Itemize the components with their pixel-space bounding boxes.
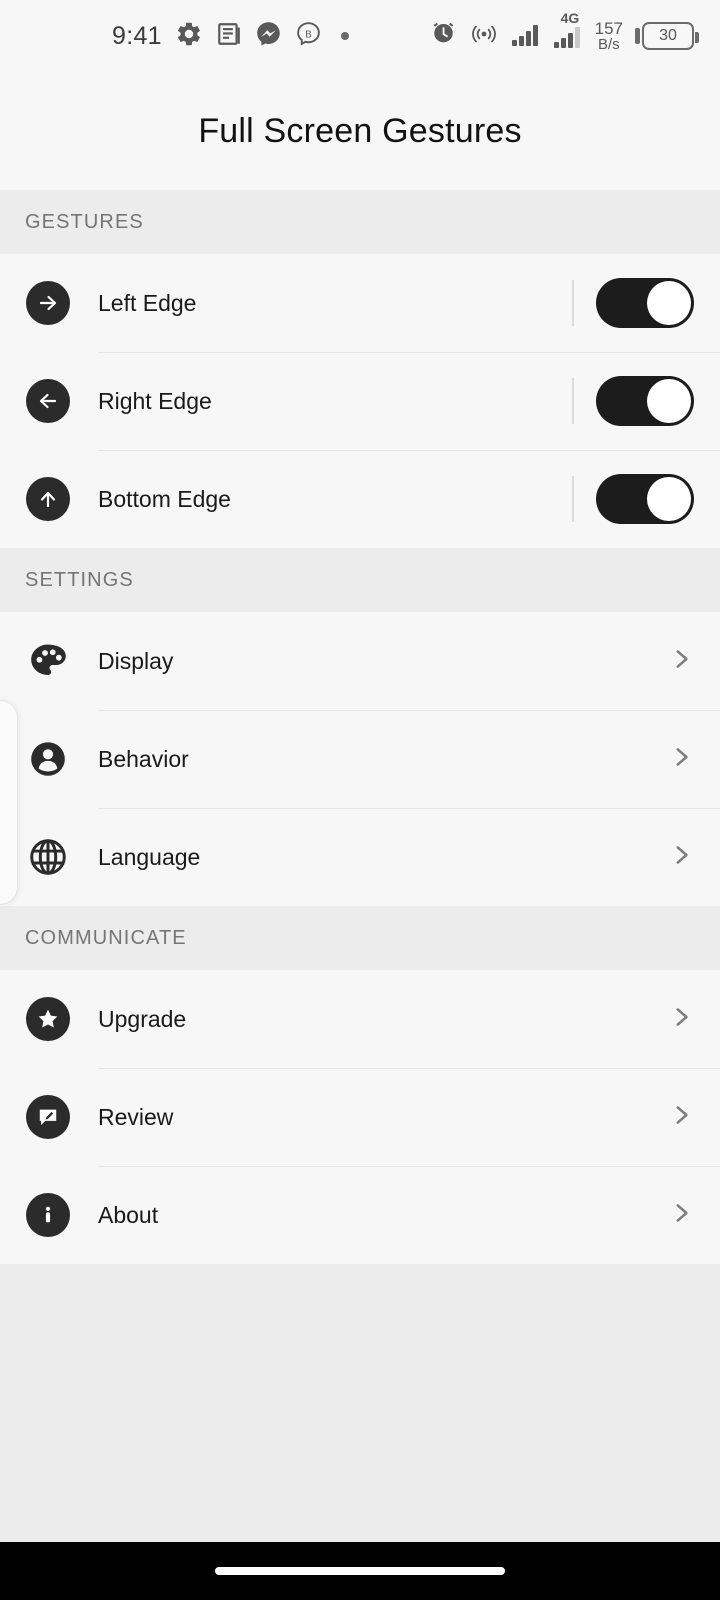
- chevron-right-icon: [668, 1102, 694, 1133]
- review-icon: [26, 1095, 70, 1139]
- network-speed-unit: B/s: [597, 36, 620, 53]
- network-speed-value: 157: [594, 19, 623, 38]
- row-label: Bottom Edge: [98, 485, 231, 512]
- status-bar-clock: 9:41: [112, 21, 162, 50]
- settings-scroll-area[interactable]: GESTURES Left Edge Right Edge Bottom Edg…: [0, 190, 720, 1542]
- page-title: Full Screen Gestures: [198, 111, 522, 150]
- vertical-divider: [572, 476, 574, 522]
- battery-percent-label: 30: [659, 27, 677, 44]
- empty-area: [0, 1264, 720, 1542]
- row-label: Upgrade: [98, 1005, 187, 1032]
- gestures-list: Left Edge Right Edge Bottom Edge: [0, 254, 720, 548]
- row-label: Language: [98, 843, 201, 870]
- signal-bars-icon: [511, 21, 541, 52]
- gear-icon: [175, 20, 203, 53]
- network-type-label: 4G: [560, 10, 580, 26]
- row-upgrade[interactable]: Upgrade: [0, 970, 720, 1068]
- battery-tick: [635, 28, 640, 44]
- vertical-divider: [572, 378, 574, 424]
- row-review[interactable]: Review: [0, 1068, 720, 1166]
- section-header-settings: SETTINGS: [0, 548, 720, 612]
- toggle-right-edge[interactable]: [596, 376, 694, 426]
- toggle-group: [572, 474, 694, 524]
- chevron-right-icon: [668, 646, 694, 677]
- status-bar-left: 9:41 B: [0, 20, 349, 53]
- left-edge-gesture-handle[interactable]: [0, 700, 18, 905]
- row-label: Review: [98, 1103, 174, 1130]
- toggle-group: [572, 278, 694, 328]
- vertical-divider: [572, 280, 574, 326]
- toggle-bottom-edge[interactable]: [596, 474, 694, 524]
- battery-indicator: 30: [635, 22, 699, 50]
- row-label: Display: [98, 647, 174, 674]
- hotspot-icon: [469, 21, 499, 52]
- chevron-right-icon: [668, 744, 694, 775]
- messenger-icon: [255, 20, 282, 52]
- signal-4g-icon: 4G: [553, 10, 583, 49]
- b-badge-icon: B: [295, 20, 322, 52]
- communicate-list: Upgrade Review About: [0, 970, 720, 1264]
- row-bottom-edge[interactable]: Bottom Edge: [0, 450, 720, 548]
- row-about[interactable]: About: [0, 1166, 720, 1264]
- row-display[interactable]: Display: [0, 612, 720, 710]
- system-navigation-bar: [0, 1542, 720, 1600]
- news-feed-icon: [216, 21, 242, 52]
- status-bar: 9:41 B 4G 157 B/s 30: [0, 0, 720, 72]
- dot-icon: [340, 32, 349, 40]
- row-left-edge[interactable]: Left Edge: [0, 254, 720, 352]
- section-header-communicate: COMMUNICATE: [0, 906, 720, 970]
- section-header-gestures: GESTURES: [0, 190, 720, 254]
- chevron-right-icon: [668, 842, 694, 873]
- home-gesture-pill[interactable]: [215, 1567, 505, 1575]
- row-right-edge[interactable]: Right Edge: [0, 352, 720, 450]
- arrow-right-icon: [26, 281, 70, 325]
- row-label: Behavior: [98, 745, 189, 772]
- info-icon: [26, 1193, 70, 1237]
- chevron-right-icon: [668, 1004, 694, 1035]
- row-behavior[interactable]: Behavior: [0, 710, 720, 808]
- toggle-group: [572, 376, 694, 426]
- globe-icon: [26, 835, 70, 879]
- arrow-up-icon: [26, 477, 70, 521]
- palette-icon: [26, 639, 70, 683]
- row-language[interactable]: Language: [0, 808, 720, 906]
- row-label: Right Edge: [98, 387, 212, 414]
- arrow-left-icon: [26, 379, 70, 423]
- battery-icon: 30: [642, 22, 699, 50]
- row-label: About: [98, 1201, 159, 1228]
- settings-list: Display Behavior Language: [0, 612, 720, 906]
- row-label: Left Edge: [98, 289, 197, 316]
- chevron-right-icon: [668, 1200, 694, 1231]
- alarm-clock-icon: [430, 20, 457, 52]
- status-bar-right: 4G 157 B/s 30: [430, 10, 699, 52]
- person-icon: [26, 737, 70, 781]
- app-title-bar: Full Screen Gestures: [0, 72, 720, 190]
- svg-text:B: B: [305, 29, 311, 40]
- phone-screen: 9:41 B 4G 157 B/s 30 Full Screen Gesture…: [0, 0, 720, 1600]
- network-speed: 157 B/s: [595, 20, 623, 52]
- star-icon: [26, 997, 70, 1041]
- toggle-left-edge[interactable]: [596, 278, 694, 328]
